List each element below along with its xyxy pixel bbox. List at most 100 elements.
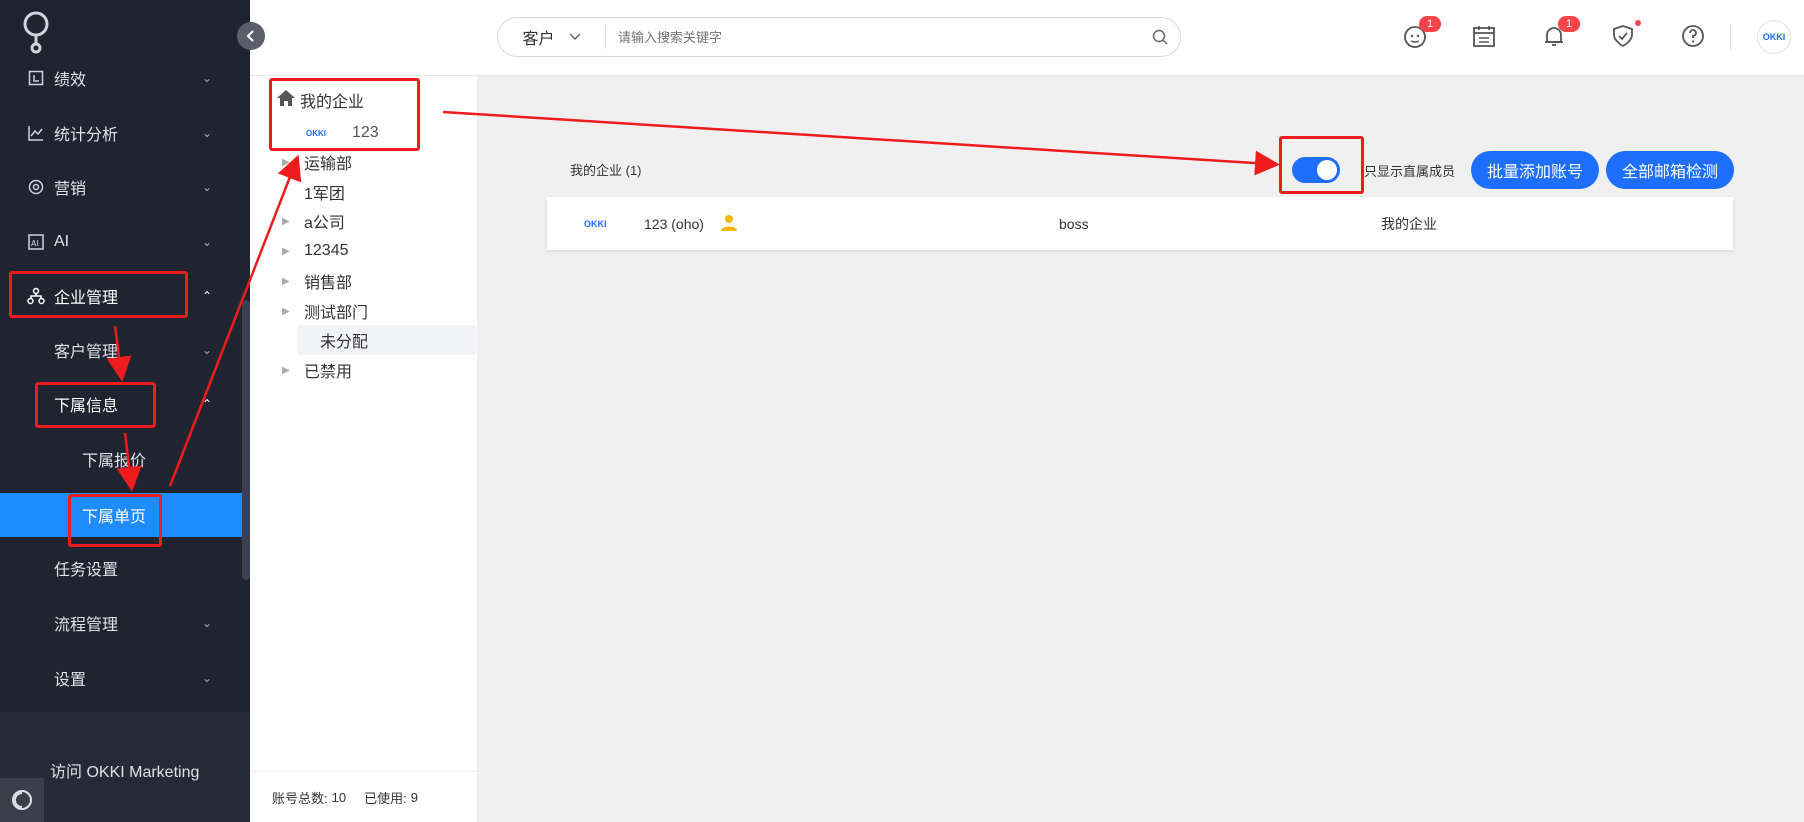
app-logo-icon[interactable]: [18, 8, 54, 54]
total-accounts-value: 10: [331, 789, 347, 805]
toggle-knob: [1317, 160, 1337, 180]
tree-root-my-enterprise[interactable]: 我的企业: [276, 88, 364, 112]
total-accounts-label: 账号总数:: [272, 790, 328, 806]
tree-node[interactable]: ▶ 销售部: [250, 266, 478, 296]
sidebar-item-marketing[interactable]: 营销 ⌄: [0, 160, 242, 214]
check-all-emails-button[interactable]: 全部邮箱检测: [1606, 151, 1734, 189]
tree-node-label: 已禁用: [304, 364, 353, 381]
sidebar-item-customer-management[interactable]: 客户管理 ⌄: [0, 323, 242, 377]
bell-icon[interactable]: 1: [1540, 16, 1580, 50]
user-icon: [721, 214, 737, 235]
tree-node-label: 销售部: [304, 275, 353, 292]
sidebar-item-subordinate-single-page[interactable]: 下属单页: [0, 493, 242, 537]
tree-org-label: 123: [352, 124, 379, 141]
sidebar-item-statistics[interactable]: 统计分析 ⌄: [0, 106, 242, 160]
used-accounts-label: 已使用:: [364, 790, 407, 806]
table-row[interactable]: OKKI 123 (oho) boss 我的企业: [547, 197, 1733, 250]
tree-node[interactable]: ▶ 12345: [250, 236, 478, 266]
sidebar: 绩效 ⌄ 统计分析 ⌄ 营销 ⌄ AI AI ⌄ 企业管理 ⌃ 客户管理 ⌄ 下…: [0, 0, 265, 822]
chevron-down-icon: ⌄: [201, 126, 213, 140]
caret-right-icon[interactable]: ▶: [282, 365, 296, 376]
chevron-down-icon: ⌄: [201, 235, 213, 249]
help-icon[interactable]: [1679, 22, 1707, 50]
tree-node[interactable]: ▶ 测试部门: [250, 296, 478, 326]
refresh-icon[interactable]: [0, 778, 44, 822]
tree-node-selected[interactable]: ▶ 未分配: [298, 325, 478, 355]
sidebar-item-subordinate-info[interactable]: 下属信息 ⌃: [0, 377, 242, 431]
arrow-tree-to-toggle: [442, 110, 1280, 176]
caret-right-icon[interactable]: ▶: [282, 216, 296, 227]
avatar[interactable]: OKKI: [1757, 20, 1791, 54]
search-input[interactable]: [606, 29, 1140, 45]
visit-okki-marketing-link[interactable]: 访问 OKKI Marketing: [50, 758, 199, 782]
okki-logo-icon: OKKI: [584, 218, 607, 229]
tree-node-label: 1军团: [304, 186, 345, 203]
sidebar-item-label: AI: [54, 233, 70, 250]
sidebar-item-label: 企业管理: [54, 290, 119, 307]
search-scope-label: 客户: [522, 31, 555, 48]
calendar-icon[interactable]: [1470, 22, 1498, 50]
topbar-divider: [1730, 24, 1731, 50]
sidebar-item-enterprise-management[interactable]: 企业管理 ⌃: [0, 269, 242, 323]
sidebar-item-label: 绩效: [54, 72, 87, 89]
bulk-add-accounts-button[interactable]: 批量添加账号: [1471, 151, 1599, 189]
target-icon: [26, 177, 46, 197]
timer-badge: 1: [1419, 16, 1441, 32]
top-bar: 客户 1 1 OKKI: [250, 0, 1804, 76]
shield-notification-dot: [1635, 20, 1641, 26]
member-role: boss: [1059, 215, 1089, 232]
global-search: 客户: [497, 17, 1181, 57]
chevron-down-icon: ⌄: [201, 180, 213, 194]
chevron-up-icon: ⌃: [201, 289, 213, 303]
sidebar-item-process-management[interactable]: 流程管理 ⌄: [0, 596, 242, 650]
caret-right-icon[interactable]: ▶: [282, 246, 296, 257]
chevron-down-icon: ⌄: [201, 343, 213, 357]
tree-node-label: 12345: [304, 242, 349, 259]
line-chart-icon: [26, 123, 46, 143]
sidebar-item-subordinate-quotes[interactable]: 下属报价: [0, 432, 242, 486]
sidebar-item-task-settings[interactable]: 任务设置: [0, 541, 242, 595]
chevron-up-icon: ⌃: [201, 397, 213, 411]
tree-node-label: 未分配: [320, 334, 369, 351]
shield-check-icon[interactable]: [1609, 20, 1641, 50]
sidebar-item-label: 下属单页: [82, 509, 147, 526]
tree-node[interactable]: ▶ 运输部: [250, 147, 478, 177]
collapse-sidebar-button[interactable]: [237, 22, 265, 50]
sidebar-item-label: 下属报价: [82, 453, 147, 470]
bell-badge: 1: [1558, 16, 1580, 32]
tree-node[interactable]: ▶ 1军团: [250, 177, 478, 207]
sidebar-item-settings[interactable]: 设置 ⌄: [0, 651, 242, 705]
search-scope-select[interactable]: 客户: [498, 25, 606, 49]
timer-icon[interactable]: 1: [1401, 16, 1441, 50]
home-icon: [276, 89, 296, 112]
tree-node-label: 测试部门: [304, 305, 369, 322]
chart-square-icon: [26, 68, 46, 88]
tree-node-label: 运输部: [304, 156, 353, 173]
caret-right-icon[interactable]: ▶: [282, 276, 296, 287]
okki-logo-icon: OKKI: [306, 128, 326, 138]
member-list-title: 我的企业 (1): [570, 163, 642, 178]
tree-node[interactable]: ▶ a公司: [250, 206, 478, 236]
org-tree-icon: [26, 286, 46, 306]
direct-members-toggle-label: 只显示直属成员: [1364, 164, 1456, 179]
chevron-down-icon: [568, 30, 581, 44]
member-name: 123 (oho): [644, 215, 704, 232]
caret-right-icon[interactable]: ▶: [282, 306, 296, 317]
sidebar-scrollbar[interactable]: [242, 300, 250, 580]
sidebar-item-performance[interactable]: 绩效 ⌄: [0, 51, 242, 105]
caret-right-icon[interactable]: ▶: [282, 157, 296, 168]
direct-members-toggle[interactable]: [1292, 157, 1340, 183]
sidebar-item-label: 营销: [54, 181, 87, 198]
chevron-down-icon: ⌄: [201, 71, 213, 85]
account-usage-footer: 账号总数: 10 已使用: 9: [250, 771, 478, 822]
tree-node[interactable]: ▶ 已禁用: [250, 355, 478, 385]
tree-root-label: 我的企业: [300, 94, 365, 111]
member-department: 我的企业: [1381, 215, 1437, 232]
used-accounts-value: 9: [410, 789, 418, 805]
sidebar-item-ai[interactable]: AI AI ⌄: [0, 215, 242, 269]
sidebar-item-label: 设置: [54, 672, 87, 689]
ai-icon: AI: [26, 232, 46, 252]
search-icon[interactable]: [1140, 29, 1180, 45]
tree-org-item[interactable]: OKKI 123: [250, 118, 478, 148]
sidebar-item-label: 下属信息: [54, 398, 119, 415]
